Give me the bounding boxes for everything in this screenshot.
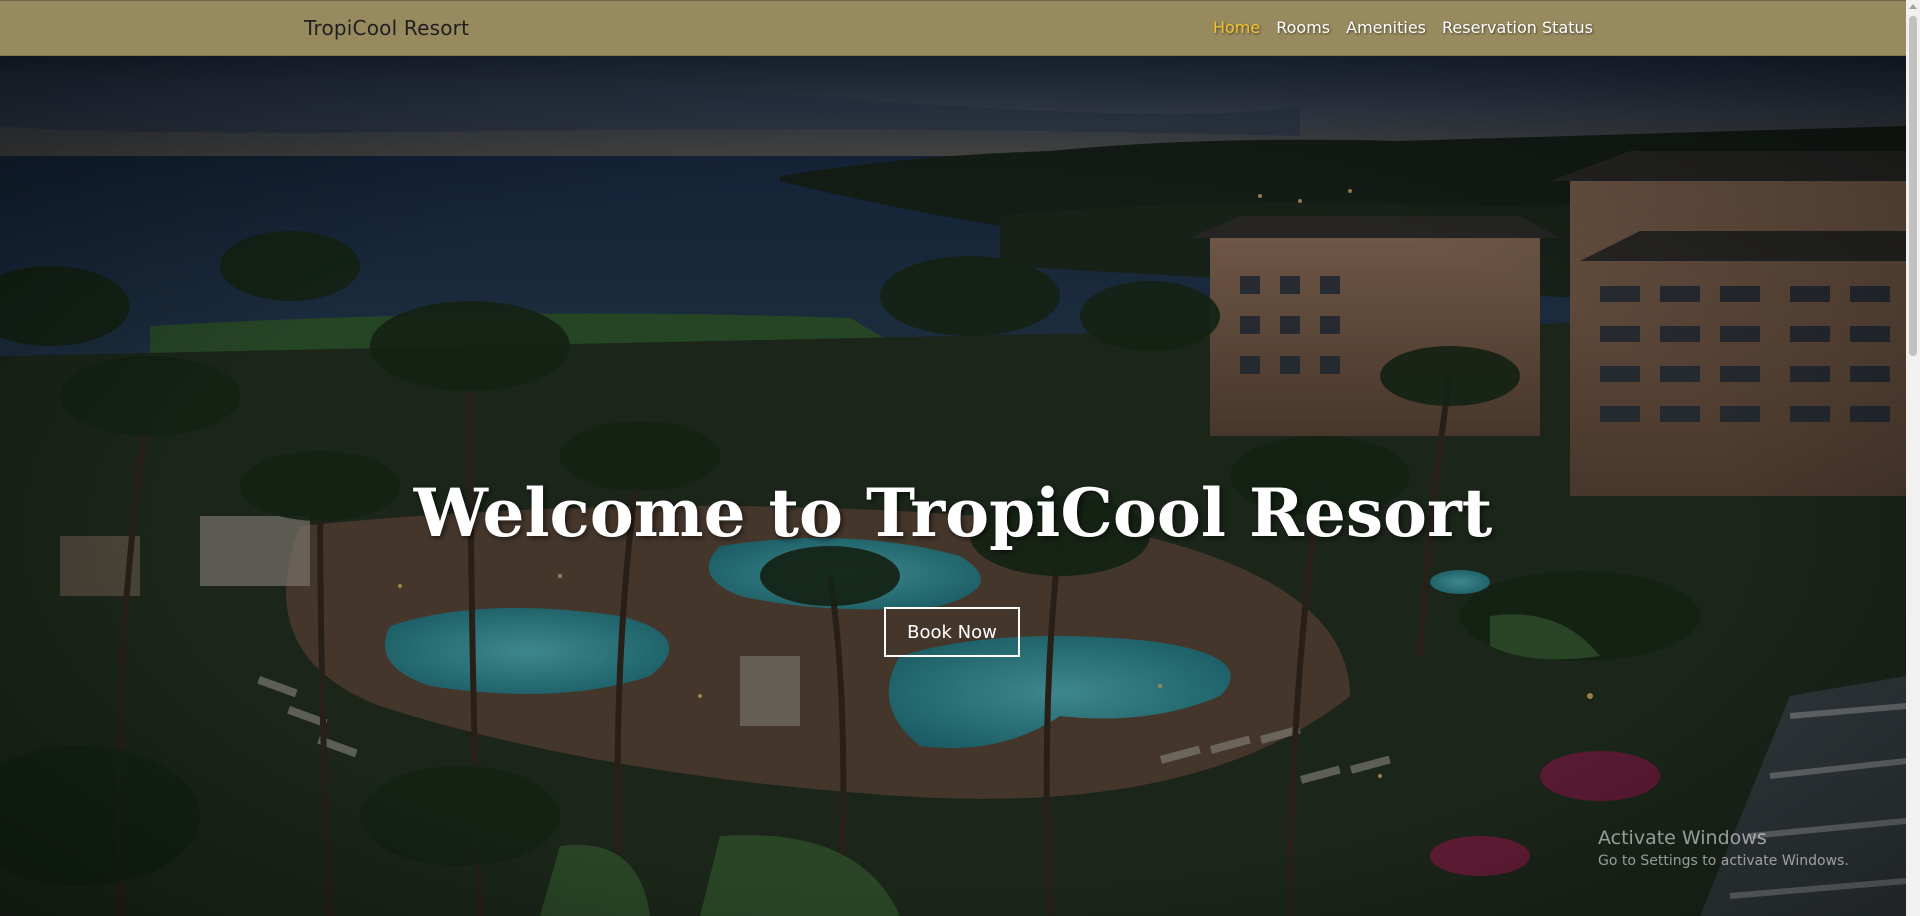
hero-section: Welcome to TropiCool Resort Book Now [0, 56, 1906, 916]
hero-title: Welcome to TropiCool Resort [413, 474, 1493, 552]
book-now-button[interactable]: Book Now [884, 607, 1020, 657]
navbar: TropiCool Resort Home Rooms Amenities Re… [0, 0, 1906, 56]
watermark-title: Activate Windows [1598, 827, 1767, 849]
vertical-scrollbar[interactable] [1906, 0, 1920, 916]
scroll-thumb[interactable] [1909, 16, 1917, 356]
nav-link-amenities[interactable]: Amenities [1346, 18, 1426, 37]
nav-links: Home Rooms Amenities Reservation Status [1213, 18, 1593, 37]
watermark-subtitle: Go to Settings to activate Windows. [1598, 853, 1849, 869]
nav-link-home[interactable]: Home [1213, 18, 1260, 37]
page: TropiCool Resort Home Rooms Amenities Re… [0, 0, 1920, 916]
windows-activation-watermark: Activate Windows Go to Settings to activ… [1598, 827, 1849, 869]
scroll-up-arrow-icon[interactable] [1909, 4, 1917, 9]
nav-link-rooms[interactable]: Rooms [1276, 18, 1330, 37]
brand-logo-text[interactable]: TropiCool Resort [304, 16, 469, 40]
nav-link-reservation-status[interactable]: Reservation Status [1442, 18, 1593, 37]
